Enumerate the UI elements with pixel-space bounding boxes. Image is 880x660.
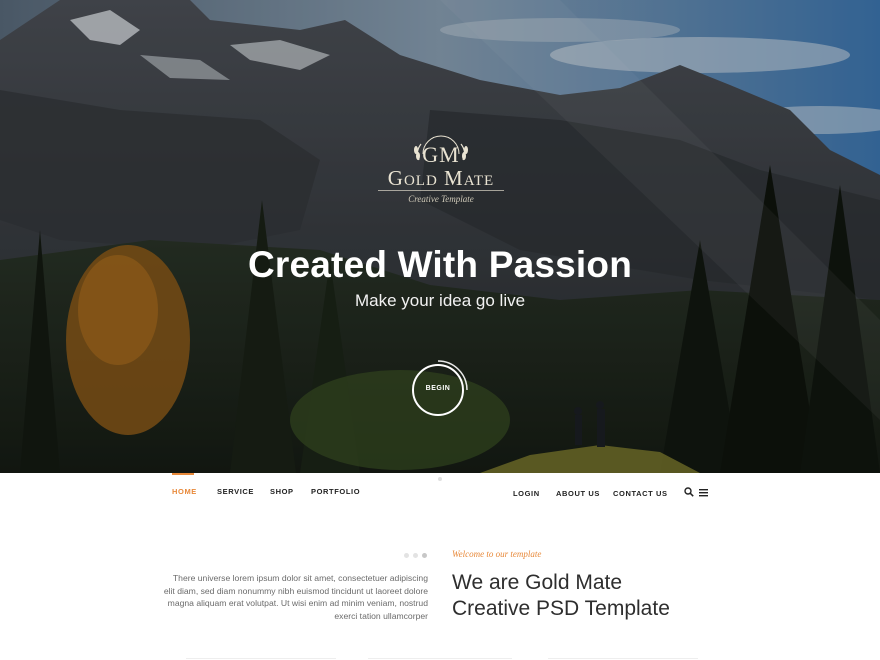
logo-divider: [378, 190, 504, 191]
hero-subtitle: Make your idea go live: [354, 291, 526, 310]
slider-dot-3[interactable]: [422, 553, 427, 558]
begin-button[interactable]: BEGIN: [412, 360, 468, 416]
slider-dot-2[interactable]: [413, 553, 418, 558]
nav-center-notch: [380, 473, 500, 495]
logo-tagline: Creative Template: [408, 194, 474, 204]
intro-paragraph: There universe lorem ipsum dolor sit ame…: [163, 573, 428, 621]
welcome-eyebrow: Welcome to our template: [452, 549, 542, 559]
nav-service[interactable]: SERVICE: [217, 487, 254, 496]
search-icon[interactable]: [684, 487, 694, 497]
heading-line-1: We are Gold Mate: [452, 571, 623, 594]
menu-icon[interactable]: [699, 488, 708, 497]
hero-section: GM Gold Mate Creative Template Created W…: [0, 0, 880, 473]
section-heading: We are Gold Mate Creative PSD Template: [452, 570, 752, 622]
nav-about-us[interactable]: ABOUT US: [556, 489, 600, 498]
nav-contact-us[interactable]: CONTACT US: [613, 489, 668, 498]
nav-login[interactable]: LOGIN: [513, 489, 540, 498]
bottom-dividers: [0, 656, 880, 660]
gold-mate-logo[interactable]: GM Gold Mate Creative Template: [376, 132, 506, 210]
nav-home[interactable]: HOME: [172, 487, 197, 496]
slider-dot-1[interactable]: [404, 553, 409, 558]
hero-title: Created With Passion: [247, 244, 633, 285]
logo-monogram: GM: [422, 142, 460, 167]
heading-line-2: Creative PSD Template: [452, 597, 670, 620]
begin-label: BEGIN: [425, 385, 451, 392]
nav-portfolio[interactable]: PORTFOLIO: [311, 487, 360, 496]
nav-shop[interactable]: SHOP: [270, 487, 294, 496]
nav-active-indicator: [172, 473, 194, 475]
logo-brand-name: Gold Mate: [387, 166, 495, 190]
slider-dots: [404, 553, 428, 559]
page: GM Gold Mate Creative Template Created W…: [0, 0, 880, 660]
